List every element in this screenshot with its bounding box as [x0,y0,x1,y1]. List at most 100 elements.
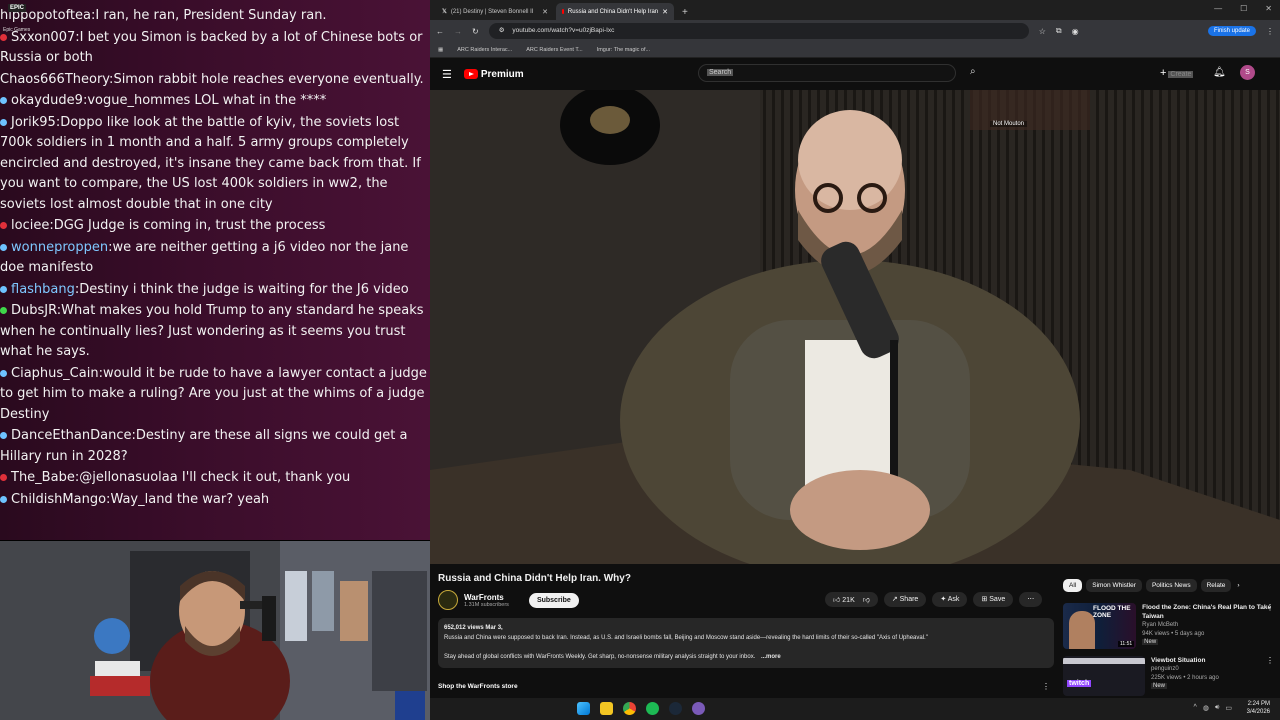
chat-message: okaydude9:vogue_hommes LOL what in the *… [0,91,430,113]
subscribe-button[interactable]: Subscribe [528,592,579,608]
taskbar-icons [577,702,705,715]
new-tab-button[interactable]: + [676,7,694,20]
chat-username[interactable]: Ciaphus_Cain [11,366,99,381]
file-explorer-icon[interactable] [600,702,613,715]
chip-simon-whistler[interactable]: Simon Whistler [1086,579,1142,592]
apps-icon[interactable]: ▦ [438,47,443,53]
video-thumbnail[interactable]: FLOOD THE ZONE 11:51 [1063,603,1137,649]
maximize-icon[interactable]: ☐ [1240,4,1247,13]
overlay-avatar-name: Not Mouton [990,121,1028,127]
show-more-link[interactable]: ...more [761,654,781,660]
chat-text: Simon rabbit hole reaches everyone event… [113,71,424,87]
recommendation-title[interactable]: Flood the Zone: China's Real Plan to Tak… [1142,603,1278,621]
close-icon[interactable]: ✕ [662,8,668,16]
youtube-logo[interactable]: Premium [463,69,524,80]
create-button[interactable]: + Create [1160,67,1194,79]
notifications-bell-icon[interactable]: 🔔︎ [1213,67,1226,78]
chip-related[interactable]: Relate [1200,579,1232,592]
share-button[interactable]: ↗ Share [883,592,927,607]
more-actions-icon[interactable]: ⋯ [1019,592,1043,607]
like-button[interactable]: 👍︎ 21K 👎︎ [825,592,878,607]
bookmark-item[interactable]: Imgur: The magic of... [597,47,650,53]
back-icon[interactable]: ← [436,27,444,36]
site-info-icon[interactable]: ⚙ [499,27,505,34]
user-badge-icon [0,474,7,481]
recommendation-title[interactable]: Viewbot Situation [1151,656,1219,665]
channel-info: WarFronts 1.31M subscribers [464,593,509,608]
recommendation-menu-icon[interactable]: ⋮ [1266,603,1274,612]
chat-message: The_Babe:@jellonasuolaa I'll check it ou… [0,468,430,490]
chat-username[interactable]: ChildishMango [11,492,106,507]
video-player[interactable]: Not Mouton [430,90,1280,564]
obs-icon[interactable] [692,702,705,715]
chat-username[interactable]: wonneproppen [11,240,108,255]
chat-username[interactable]: Chaos666Theory [0,72,109,87]
thumbnail-caption: twitch [1067,680,1092,687]
chat-username[interactable]: The_Babe [11,470,75,485]
profile-icon[interactable]: ◉ [1072,27,1079,36]
video-thumbnail[interactable]: twitch [1063,656,1145,696]
chat-username[interactable]: lociee [11,218,49,233]
battery-icon[interactable]: ▭ [1225,704,1232,712]
bookmark-item[interactable]: ARC Raiders Interac... [457,47,512,53]
network-icon[interactable]: ◍ [1203,704,1209,712]
search-input[interactable]: Search [698,64,956,82]
ask-button[interactable]: ✦ Ask [932,592,968,607]
chevron-right-icon[interactable]: › [1235,579,1241,592]
chrome-icon[interactable] [623,702,636,715]
recommendation-meta: 94K views • 5 days ago [1142,630,1205,637]
chevron-up-icon[interactable]: ^ [1194,704,1197,712]
tab-youtube[interactable]: Russia and China Didn't Help Iran ✕ [556,3,674,20]
spotify-icon[interactable] [646,702,659,715]
account-avatar[interactable]: S [1240,65,1255,80]
close-icon[interactable]: ✕ [542,8,548,16]
webcam-illustration [0,541,430,720]
recommendation-item[interactable]: FLOOD THE ZONE 11:51 Flood the Zone: Chi… [1063,603,1278,649]
chat-username[interactable]: DubsJR [11,303,57,318]
search-icon[interactable]: ⌕ [970,66,976,77]
user-badge-icon [0,495,7,503]
save-label: Save [989,596,1006,603]
reload-icon[interactable]: ↻ [472,27,479,36]
new-badge: New [1142,639,1159,645]
chat-username[interactable]: flashbang [11,282,75,297]
shop-menu-icon[interactable]: ⋮ [1042,682,1050,691]
clock[interactable]: 2:24 PM 3/4/2026 [1247,700,1270,716]
finish-update-button[interactable]: Finish update [1207,26,1256,36]
chat-message: lociee:DGG Judge is coming in, trust the… [0,216,430,238]
chat-message: hippopotoftea:I ran, he ran, President S… [0,6,430,28]
extensions-icon[interactable]: ⧉ [1056,26,1062,36]
tab-destiny[interactable]: 𝕏 (21) Destiny | Steven Bonnell II ✕ [436,3,554,20]
channel-row: WarFronts 1.31M subscribers Subscribe [438,590,579,610]
x-logo-icon: 𝕏 [442,9,447,15]
steam-icon[interactable] [669,702,682,715]
bookmark-item[interactable]: ARC Raiders Event T... [526,47,582,53]
recommendation-info: Flood the Zone: China's Real Plan to Tak… [1142,603,1278,649]
channel-avatar[interactable] [438,590,458,610]
chat-username[interactable]: okaydude9 [11,93,83,108]
description-line-2-row: Stay ahead of global conflicts with WarF… [444,652,1048,662]
bookmark-star-icon[interactable]: ☆ [1039,27,1046,36]
url-field[interactable]: ⚙ youtube.com/watch?v=u0zjBapi-Ixc [488,23,1029,39]
channel-name[interactable]: WarFronts [464,593,509,602]
minimize-icon[interactable]: — [1214,4,1222,13]
hamburger-menu-icon[interactable]: ☰ [442,68,452,81]
recommendation-item[interactable]: twitch Viewbot Situation penguinz0 225K … [1063,656,1278,696]
chat-username[interactable]: Jorik95 [11,115,56,130]
thumbs-down-icon[interactable]: 👎︎ [863,597,870,604]
chip-all[interactable]: All [1063,579,1083,592]
chat-message-list: hippopotoftea:I ran, he ran, President S… [0,0,430,511]
close-window-icon[interactable]: ✕ [1265,4,1272,13]
shop-link[interactable]: Shop the WarFronts store [438,683,518,690]
description-box[interactable]: 652,012 views Mar 3, Russia and China we… [438,618,1054,668]
forward-icon[interactable]: → [454,27,462,36]
chat-message: DubsJR:What makes you hold Trump to any … [0,301,430,364]
menu-dots-icon[interactable]: ⋮ [1266,27,1274,36]
chat-username[interactable]: DanceEthanDance [11,428,131,443]
recommendation-menu-icon[interactable]: ⋮ [1266,656,1274,665]
chip-politics-news[interactable]: Politics News [1145,579,1197,592]
windows-start-icon[interactable] [577,702,590,715]
volume-icon[interactable]: 🔊︎ [1215,704,1219,712]
chat-message: Ciaphus_Cain:would it be rude to have a … [0,364,430,427]
save-button[interactable]: ⊞ Save [973,592,1014,607]
